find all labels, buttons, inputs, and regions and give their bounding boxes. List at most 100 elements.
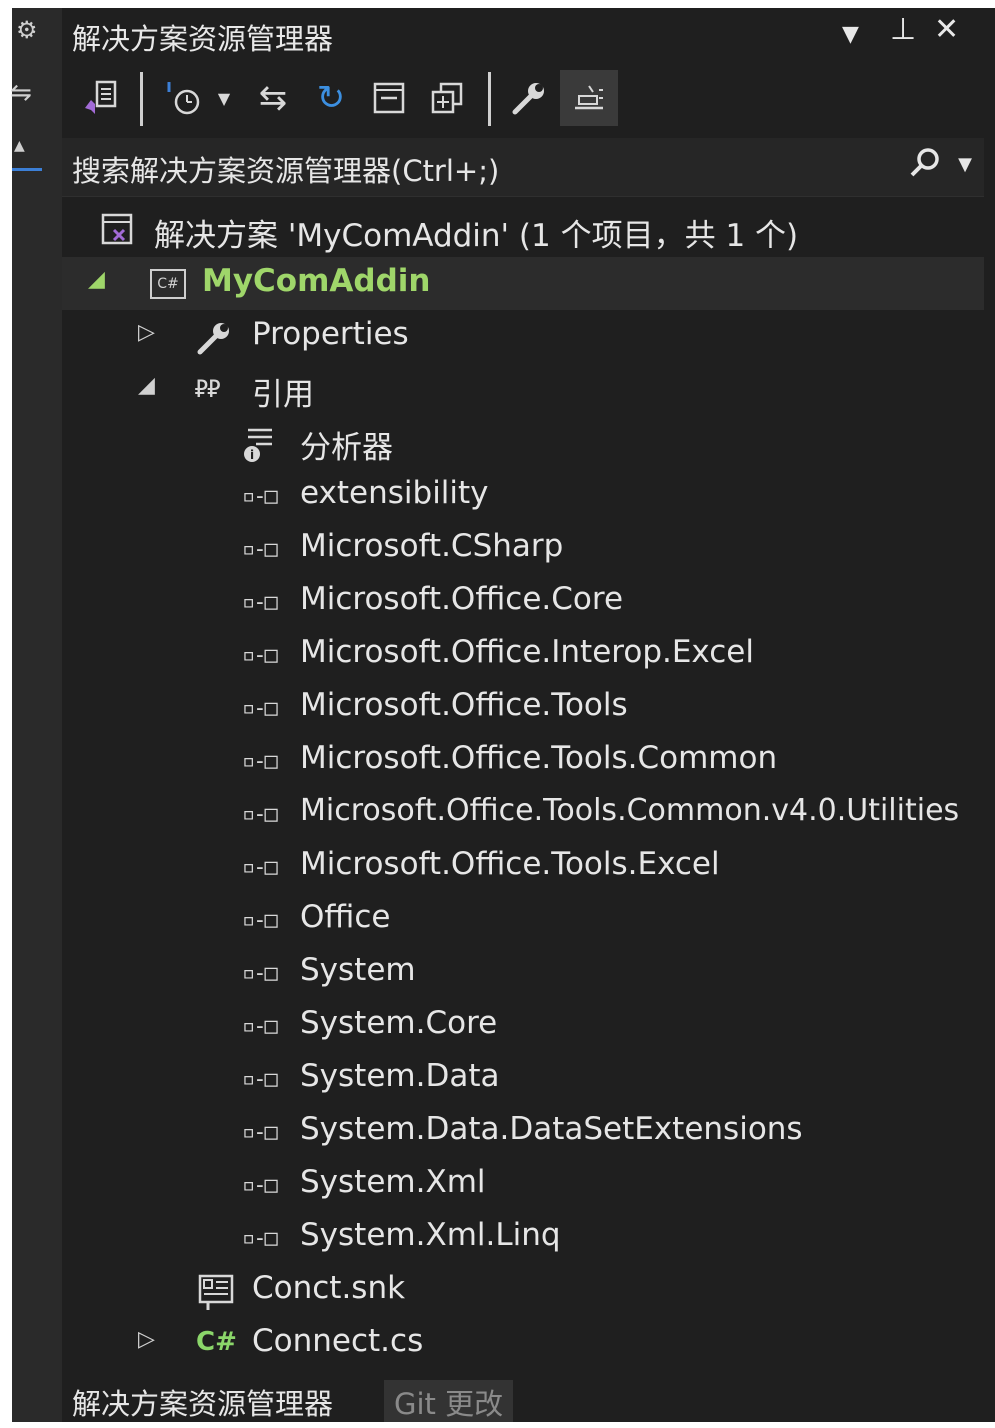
reference-label: Microsoft.Office.Tools.Excel [300, 846, 720, 882]
reference-item[interactable]: ▫-□ System.Core [62, 999, 984, 1052]
reference-label: Microsoft.Office.Tools.Common.v4.0.Utili… [300, 793, 960, 828]
csharp-project-icon: C# [150, 269, 186, 299]
tab-label: Git 更改 [394, 1387, 504, 1421]
title-bar: 解决方案资源管理器 ▼ ⊥ ✕ [62, 8, 984, 58]
reference-item[interactable]: ▫-□ System.Data.DataSetExtensions [62, 1105, 984, 1158]
reference-label: System.Xml.Linq [300, 1217, 561, 1253]
assembly-reference-icon: ▫-□ [242, 961, 278, 986]
csharp-file-icon: C# [196, 1327, 237, 1357]
assembly-reference-icon: ▫-□ [242, 1173, 278, 1198]
pin-icon[interactable]: ⊥ [890, 12, 916, 47]
assembly-reference-icon: ▫-□ [242, 855, 278, 880]
solution-tree: 解决方案 'MyComAddin' (1 个项目，共 1 个) ◢ C# MyC… [62, 204, 984, 1378]
search-options-dropdown-icon[interactable]: ▼ [958, 154, 972, 175]
reference-item[interactable]: ▫-□ Microsoft.Office.Core [62, 575, 984, 628]
left-dock-strip: ⚙ ⇋ ▲ [10, 8, 62, 1422]
properties-wrench-icon[interactable] [504, 70, 554, 126]
reference-item[interactable]: ▫-□ System.Xml.Linq [62, 1211, 984, 1264]
assembly-reference-icon: ▫-□ [242, 484, 278, 509]
assembly-reference-icon: ▫-□ [242, 696, 278, 721]
swap-icon[interactable]: ⇋ [10, 78, 32, 108]
reference-item[interactable]: ▫-□ extensibility [62, 469, 984, 522]
assembly-reference-icon: ▫-□ [242, 590, 278, 615]
reference-item[interactable]: ▫-□ Microsoft.Office.Interop.Excel [62, 628, 984, 681]
analyzers-node[interactable]: i 分析器 [62, 416, 984, 469]
active-indicator [12, 168, 42, 171]
solution-icon [100, 212, 136, 255]
properties-label: Properties [252, 316, 409, 352]
reference-item[interactable]: ▫-□ System.Xml [62, 1158, 984, 1211]
assembly-reference-icon: ▫-□ [242, 1226, 278, 1251]
reference-label: System.Core [300, 1005, 498, 1041]
tab-solution-explorer[interactable]: 解决方案资源管理器 [62, 1380, 344, 1422]
reference-label: extensibility [300, 475, 489, 511]
reference-item[interactable]: ▫-□ System.Data [62, 1052, 984, 1105]
search-input[interactable]: 搜索解决方案资源管理器(Ctrl+;) [72, 148, 499, 190]
reference-item[interactable]: ▫-□ Microsoft.Office.Tools.Common [62, 734, 984, 787]
window-title: 解决方案资源管理器 [72, 22, 334, 56]
reference-item[interactable]: ▫-□ System [62, 946, 984, 999]
refresh-icon[interactable]: ↻ [306, 70, 356, 126]
assembly-reference-icon: ▫-□ [242, 908, 278, 933]
collapsed-arrow-icon[interactable]: ▷ [138, 1327, 155, 1352]
snk-file-node[interactable]: Conct.snk [62, 1264, 984, 1317]
assembly-reference-icon: ▫-□ [242, 1120, 278, 1145]
assembly-reference-icon: ▫-□ [242, 1067, 278, 1092]
analyzers-label: 分析器 [300, 430, 393, 466]
scroll-up-icon[interactable]: ▲ [14, 138, 25, 154]
reference-item[interactable]: ▫-□ Microsoft.CSharp [62, 522, 984, 575]
reference-label: System.Xml [300, 1164, 486, 1200]
tab-git-changes[interactable]: Git 更改 [384, 1380, 514, 1422]
expanded-arrow-icon[interactable]: ◢ [88, 267, 105, 292]
reference-label: Microsoft.CSharp [300, 528, 564, 564]
cs-file-node[interactable]: ▷ C# Connect.cs [62, 1317, 984, 1370]
toolbar-separator [488, 72, 491, 126]
reference-label: Microsoft.Office.Tools.Common [300, 740, 778, 776]
reference-item[interactable]: ▫-□ Office [62, 893, 984, 946]
reference-label: Microsoft.Office.Interop.Excel [300, 634, 754, 670]
pending-changes-filter-icon[interactable] [158, 70, 208, 126]
filter-dropdown-icon[interactable]: ▼ [212, 70, 236, 126]
reference-label: Office [300, 899, 391, 935]
project-label: MyComAddin [202, 263, 431, 299]
reference-item[interactable]: ▫-□ Microsoft.Office.Tools.Common.v4.0.U… [62, 787, 984, 840]
close-icon[interactable]: ✕ [934, 12, 959, 47]
reference-label: Microsoft.Office.Core [300, 581, 624, 617]
references-label: 引用 [252, 377, 314, 413]
reference-label: System.Data.DataSetExtensions [300, 1111, 803, 1147]
wrench-icon [194, 318, 234, 365]
reference-item[interactable]: ▫-□ Microsoft.Office.Tools [62, 681, 984, 734]
snk-file-label: Conct.snk [252, 1270, 406, 1306]
collapse-all-icon[interactable] [364, 70, 414, 126]
bottom-tab-strip: 解决方案资源管理器 Git 更改 [62, 1380, 984, 1422]
dropdown-arrow-icon[interactable]: ▼ [842, 22, 859, 47]
search-icon[interactable] [908, 146, 942, 189]
reference-label: System.Data [300, 1058, 500, 1094]
references-icon: ₽₽ [194, 375, 221, 403]
assembly-reference-icon: ▫-□ [242, 802, 278, 827]
cs-file-label: Connect.cs [252, 1323, 424, 1359]
project-node[interactable]: ◢ C# MyComAddin [62, 257, 984, 310]
collapsed-arrow-icon[interactable]: ▷ [138, 320, 155, 345]
tab-label: 解决方案资源管理器 [72, 1387, 334, 1421]
svg-text:i: i [250, 448, 254, 462]
solution-node[interactable]: 解决方案 'MyComAddin' (1 个项目，共 1 个) [62, 204, 984, 257]
switch-views-icon[interactable] [76, 70, 126, 126]
toolbar-separator [140, 72, 143, 126]
toolbar: ▼ ⇆ ↻ [62, 62, 984, 134]
analyzers-icon: i [242, 424, 278, 471]
assembly-reference-icon: ▫-□ [242, 537, 278, 562]
search-box[interactable]: 搜索解决方案资源管理器(Ctrl+;) ▼ [62, 138, 984, 197]
gear-icon[interactable]: ⚙ [16, 16, 38, 44]
show-all-files-icon[interactable] [422, 70, 472, 126]
assembly-reference-icon: ▫-□ [242, 749, 278, 774]
sync-with-active-document-icon[interactable]: ⇆ [248, 70, 298, 126]
expanded-arrow-icon[interactable]: ◢ [138, 373, 155, 398]
reference-label: System [300, 952, 416, 988]
properties-node[interactable]: ▷ Properties [62, 310, 984, 363]
preview-selected-items-icon[interactable] [560, 70, 618, 126]
references-node[interactable]: ◢ ₽₽ 引用 [62, 363, 984, 416]
reference-item[interactable]: ▫-□ Microsoft.Office.Tools.Excel [62, 840, 984, 893]
assembly-reference-icon: ▫-□ [242, 643, 278, 668]
assembly-reference-icon: ▫-□ [242, 1014, 278, 1039]
